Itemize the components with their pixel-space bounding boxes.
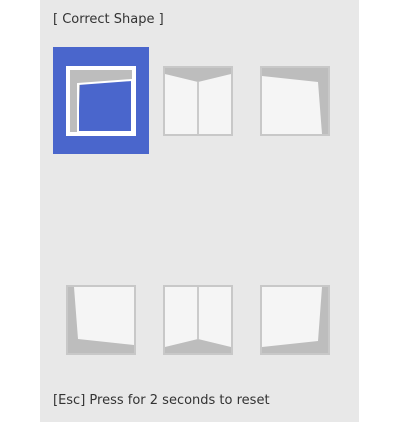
bottom-center-icon <box>163 285 233 355</box>
corner-top-left-icon <box>66 66 136 136</box>
top-center-icon <box>163 66 233 136</box>
option-top-right[interactable] <box>247 47 343 154</box>
option-bottom-center[interactable] <box>150 266 246 373</box>
option-bottom-right[interactable] <box>247 266 343 373</box>
menu-title: [ Correct Shape ] <box>53 12 164 27</box>
option-bottom-left[interactable] <box>53 266 149 373</box>
option-top-left[interactable] <box>53 47 149 154</box>
option-top-center[interactable] <box>150 47 246 154</box>
reset-hint: [Esc] Press for 2 seconds to reset <box>53 393 270 408</box>
corner-bottom-right-icon <box>260 285 330 355</box>
correct-shape-panel: [ Correct Shape ] [Esc] Press for 2 seco… <box>40 0 359 422</box>
corner-bottom-left-icon <box>66 285 136 355</box>
corner-top-right-icon <box>260 66 330 136</box>
